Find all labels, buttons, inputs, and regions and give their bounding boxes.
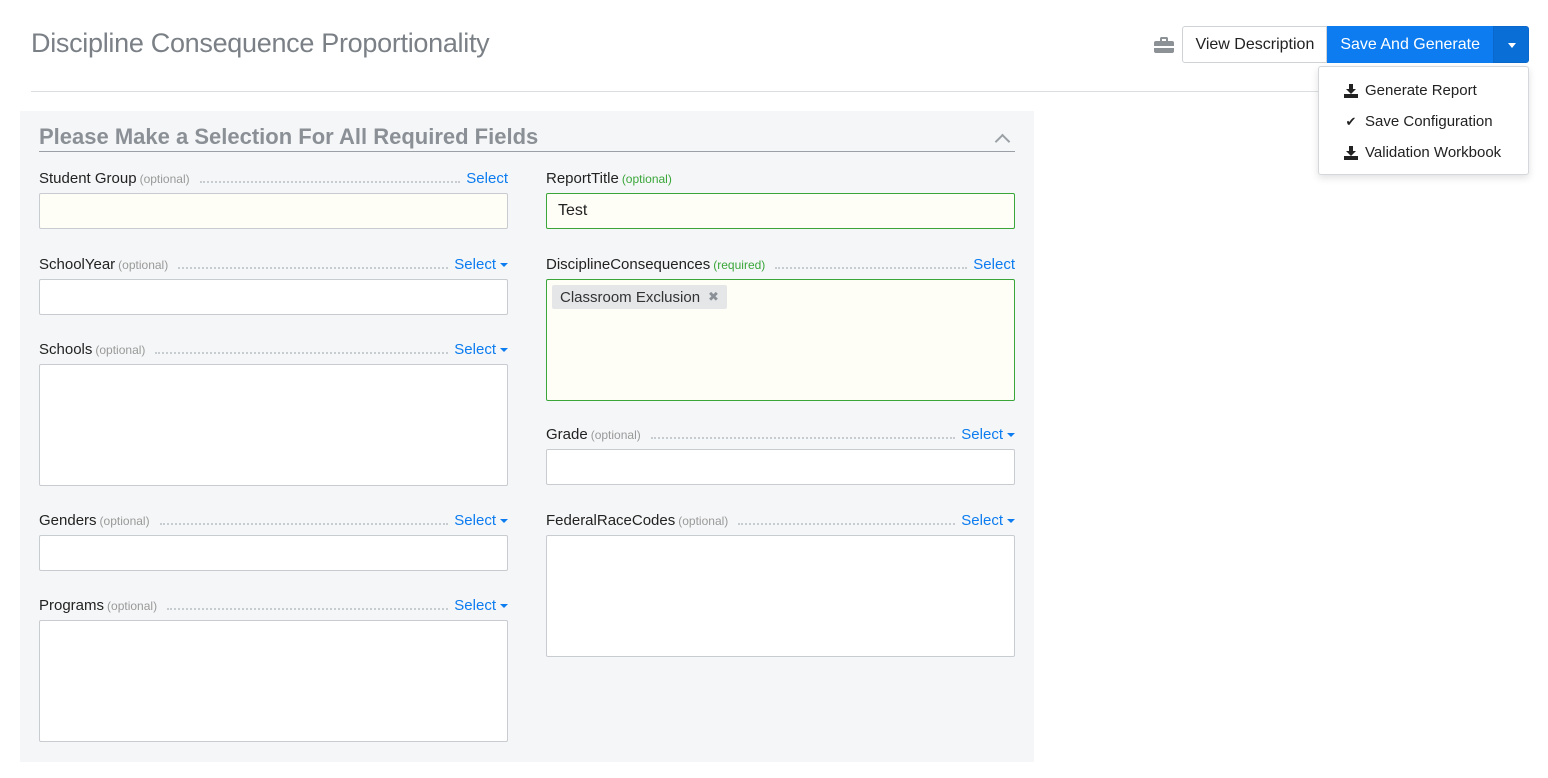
field-label: Genders: [39, 512, 97, 529]
school-year-input[interactable]: [39, 279, 508, 315]
optional-tag: (optional): [139, 172, 190, 186]
required-tag: (required): [713, 258, 766, 272]
menu-item-label: Save Configuration: [1365, 113, 1493, 130]
student-group-field: Student Group (optional) Select: [39, 167, 508, 229]
caret-down-icon: [1007, 518, 1015, 523]
caret-down-icon: [500, 347, 508, 352]
dotted-leader: [178, 267, 449, 269]
dotted-leader: [167, 608, 449, 610]
field-label: Student Group: [39, 170, 137, 187]
school-year-select-dropdown[interactable]: Select: [454, 256, 508, 273]
menu-item-validation-workbook[interactable]: Validation Workbook: [1319, 137, 1528, 168]
student-group-select-link[interactable]: Select: [466, 170, 508, 187]
download-icon: [1342, 83, 1360, 98]
school-year-field: SchoolYear (optional) Select: [39, 253, 508, 315]
optional-tag: (optional): [118, 258, 169, 272]
menu-item-generate-report[interactable]: Generate Report: [1319, 75, 1528, 106]
schools-field: Schools (optional) Select: [39, 338, 508, 486]
genders-input[interactable]: [39, 535, 508, 571]
view-description-button[interactable]: View Description: [1182, 26, 1328, 63]
report-title-field: ReportTitle (optional): [546, 167, 1015, 229]
grade-input[interactable]: [546, 449, 1015, 485]
dotted-leader: [159, 523, 449, 525]
caret-down-icon: [500, 262, 508, 267]
genders-select-dropdown[interactable]: Select: [454, 512, 508, 529]
field-label: SchoolYear: [39, 256, 116, 273]
discipline-consequences-input[interactable]: Classroom Exclusion ✖: [546, 279, 1015, 401]
programs-select-dropdown[interactable]: Select: [454, 597, 508, 614]
federal-race-codes-select-dropdown[interactable]: Select: [961, 512, 1015, 529]
grade-select-dropdown[interactable]: Select: [961, 426, 1015, 443]
download-icon: [1342, 145, 1360, 160]
dotted-leader: [650, 437, 956, 439]
field-label: Schools: [39, 341, 93, 358]
chevron-up-icon[interactable]: [995, 132, 1009, 146]
briefcase-icon[interactable]: [1154, 36, 1175, 53]
menu-item-save-configuration[interactable]: ✔ Save Configuration: [1319, 106, 1528, 137]
dotted-leader: [155, 352, 449, 354]
optional-tag: (optional): [99, 514, 150, 528]
caret-down-icon: [500, 603, 508, 608]
save-options-caret-button[interactable]: [1493, 26, 1529, 63]
field-label: ReportTitle: [546, 170, 619, 187]
save-and-generate-button[interactable]: Save And Generate: [1327, 26, 1493, 63]
selected-chip: Classroom Exclusion ✖: [552, 285, 727, 309]
field-label: FederalRaceCodes: [546, 512, 676, 529]
report-title-input[interactable]: [547, 194, 1014, 228]
dotted-leader: [199, 181, 461, 183]
save-options-menu: Generate Report ✔ Save Configuration Val…: [1318, 66, 1529, 175]
federal-race-codes-field: FederalRaceCodes (optional) Select: [546, 509, 1015, 657]
dotted-leader: [738, 523, 956, 525]
optional-tag: (optional): [621, 172, 672, 186]
report-toolbar: View Description Save And Generate: [1154, 26, 1529, 63]
field-label: DisciplineConsequences: [546, 256, 711, 273]
caret-down-icon: [1007, 432, 1015, 437]
optional-tag: (optional): [95, 343, 146, 357]
check-icon: ✔: [1345, 113, 1357, 129]
discipline-consequences-select-link[interactable]: Select: [973, 256, 1015, 273]
chip-label: Classroom Exclusion: [560, 288, 701, 306]
caret-down-icon: [500, 518, 508, 523]
panel-title: Please Make a Selection For All Required…: [39, 124, 539, 149]
selection-panel: Please Make a Selection For All Required…: [20, 111, 1034, 762]
header-divider: [31, 91, 1517, 92]
discipline-consequences-field: DisciplineConsequences (required) Select …: [546, 253, 1015, 401]
page-title: Discipline Consequence Proportionality: [31, 28, 490, 58]
student-group-input[interactable]: [39, 193, 508, 229]
genders-field: Genders (optional) Select: [39, 509, 508, 571]
menu-item-label: Generate Report: [1365, 82, 1477, 99]
federal-race-codes-input[interactable]: [546, 535, 1015, 657]
panel-header: Please Make a Selection For All Required…: [39, 124, 1015, 152]
optional-tag: (optional): [590, 428, 641, 442]
grade-field: Grade (optional) Select: [546, 423, 1015, 485]
optional-tag: (optional): [107, 599, 158, 613]
field-label: Programs: [39, 597, 105, 614]
remove-icon[interactable]: ✖: [708, 289, 719, 305]
schools-input[interactable]: [39, 364, 508, 486]
schools-select-dropdown[interactable]: Select: [454, 341, 508, 358]
field-label: Grade: [546, 426, 588, 443]
dotted-leader: [775, 267, 968, 269]
programs-field: Programs (optional) Select: [39, 594, 508, 742]
optional-tag: (optional): [678, 514, 729, 528]
menu-item-label: Validation Workbook: [1365, 144, 1502, 161]
programs-input[interactable]: [39, 620, 508, 742]
